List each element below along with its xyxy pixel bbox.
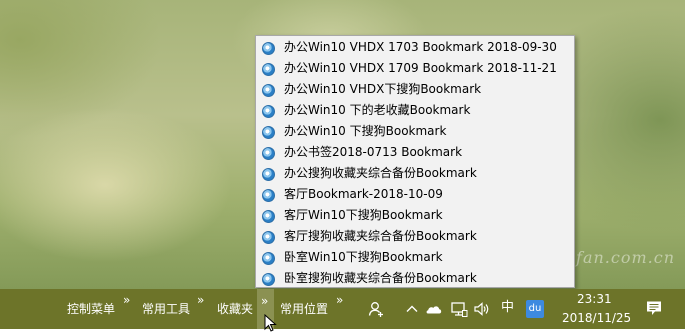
bookmark-file-icon xyxy=(262,63,275,76)
action-center-icon[interactable] xyxy=(645,299,663,317)
toolbar-common-tools[interactable]: 常用工具 xyxy=(142,302,190,316)
bookmark-label: 办公搜狗收藏夹综合备份Bookmark xyxy=(284,166,477,180)
bookmark-menu-item[interactable]: 办公Win10 VHDX 1709 Bookmark 2018-11-21 xyxy=(256,58,574,79)
baidu-input-icon[interactable]: du xyxy=(526,300,544,318)
bookmark-menu-item[interactable]: 卧室Win10下搜狗Bookmark xyxy=(256,247,574,268)
bookmark-menu-item[interactable]: 客厅Bookmark-2018-10-09 xyxy=(256,184,574,205)
toolbar-common-places-chevron[interactable]: » xyxy=(336,294,343,306)
bookmark-label: 办公Win10 下搜狗Bookmark xyxy=(284,124,447,138)
bookmark-menu: 办公Win10 VHDX 1703 Bookmark 2018-09-30 办公… xyxy=(255,35,575,288)
bookmark-file-icon xyxy=(262,105,275,118)
bookmark-label: 卧室搜狗收藏夹综合备份Bookmark xyxy=(284,271,477,285)
bookmark-label: 办公Win10 VHDX 1703 Bookmark 2018-09-30 xyxy=(284,40,557,54)
bookmark-label: 卧室Win10下搜狗Bookmark xyxy=(284,250,443,264)
clock-time[interactable]: 23:31 xyxy=(577,292,612,306)
bookmark-file-icon xyxy=(262,210,275,223)
clock-date[interactable]: 2018/11/25 xyxy=(562,311,631,325)
bookmark-label: 客厅搜狗收藏夹综合备份Bookmark xyxy=(284,229,477,243)
bookmark-file-icon xyxy=(262,252,275,265)
toolbar-favorites[interactable]: 收藏夹 xyxy=(217,302,253,316)
bookmark-file-icon xyxy=(262,42,275,55)
chevron-label: » xyxy=(261,294,269,308)
network-icon[interactable] xyxy=(450,300,468,318)
bookmark-label: 办公Win10 VHDX 1709 Bookmark 2018-11-21 xyxy=(284,61,557,75)
bookmark-label: 客厅Bookmark-2018-10-09 xyxy=(284,187,443,201)
show-hidden-icons-chevron-icon[interactable] xyxy=(403,300,421,318)
bookmark-label: 办公Win10 下的老收藏Bookmark xyxy=(284,103,471,117)
mouse-cursor-icon xyxy=(264,314,277,332)
bookmark-file-icon xyxy=(262,147,275,160)
bookmark-menu-item[interactable]: 办公Win10 下搜狗Bookmark xyxy=(256,121,574,142)
onedrive-cloud-icon[interactable] xyxy=(425,300,443,318)
bookmark-menu-item[interactable]: 办公Win10 下的老收藏Bookmark xyxy=(256,100,574,121)
toolbar-common-tools-chevron[interactable]: » xyxy=(197,294,204,306)
bookmark-file-icon xyxy=(262,126,275,139)
bookmark-label: 客厅Win10下搜狗Bookmark xyxy=(284,208,443,222)
bookmark-menu-item[interactable]: 办公Win10 VHDX下搜狗Bookmark xyxy=(256,79,574,100)
toolbar-common-places[interactable]: 常用位置 xyxy=(280,302,328,316)
bookmark-file-icon xyxy=(262,84,275,97)
bookmark-menu-item[interactable]: 卧室搜狗收藏夹综合备份Bookmark xyxy=(256,268,574,289)
people-icon[interactable] xyxy=(367,300,385,318)
bookmark-label: 办公Win10 VHDX下搜狗Bookmark xyxy=(284,82,482,96)
ime-indicator[interactable]: 中 xyxy=(501,301,514,315)
toolbar-control-menu-chevron[interactable]: » xyxy=(123,294,130,306)
bookmark-label: 办公书签2018-0713 Bookmark xyxy=(284,145,463,159)
bookmark-menu-item[interactable]: 办公搜狗收藏夹综合备份Bookmark xyxy=(256,163,574,184)
bookmark-menu-item[interactable]: 办公书签2018-0713 Bookmark xyxy=(256,142,574,163)
bookmark-file-icon xyxy=(262,231,275,244)
volume-icon[interactable] xyxy=(473,300,491,318)
bookmark-file-icon xyxy=(262,189,275,202)
bookmark-menu-item[interactable]: 办公Win10 VHDX 1703 Bookmark 2018-09-30 xyxy=(256,37,574,58)
bookmark-menu-item[interactable]: 客厅搜狗收藏夹综合备份Bookmark xyxy=(256,226,574,247)
bookmark-menu-item[interactable]: 客厅Win10下搜狗Bookmark xyxy=(256,205,574,226)
bookmark-file-icon xyxy=(262,168,275,181)
toolbar-control-menu[interactable]: 控制菜单 xyxy=(67,302,115,316)
bookmark-file-icon xyxy=(262,273,275,286)
taskbar: 控制菜单 » 常用工具 » 收藏夹 » 常用位置 » 中 du 23:31 20… xyxy=(0,289,685,332)
